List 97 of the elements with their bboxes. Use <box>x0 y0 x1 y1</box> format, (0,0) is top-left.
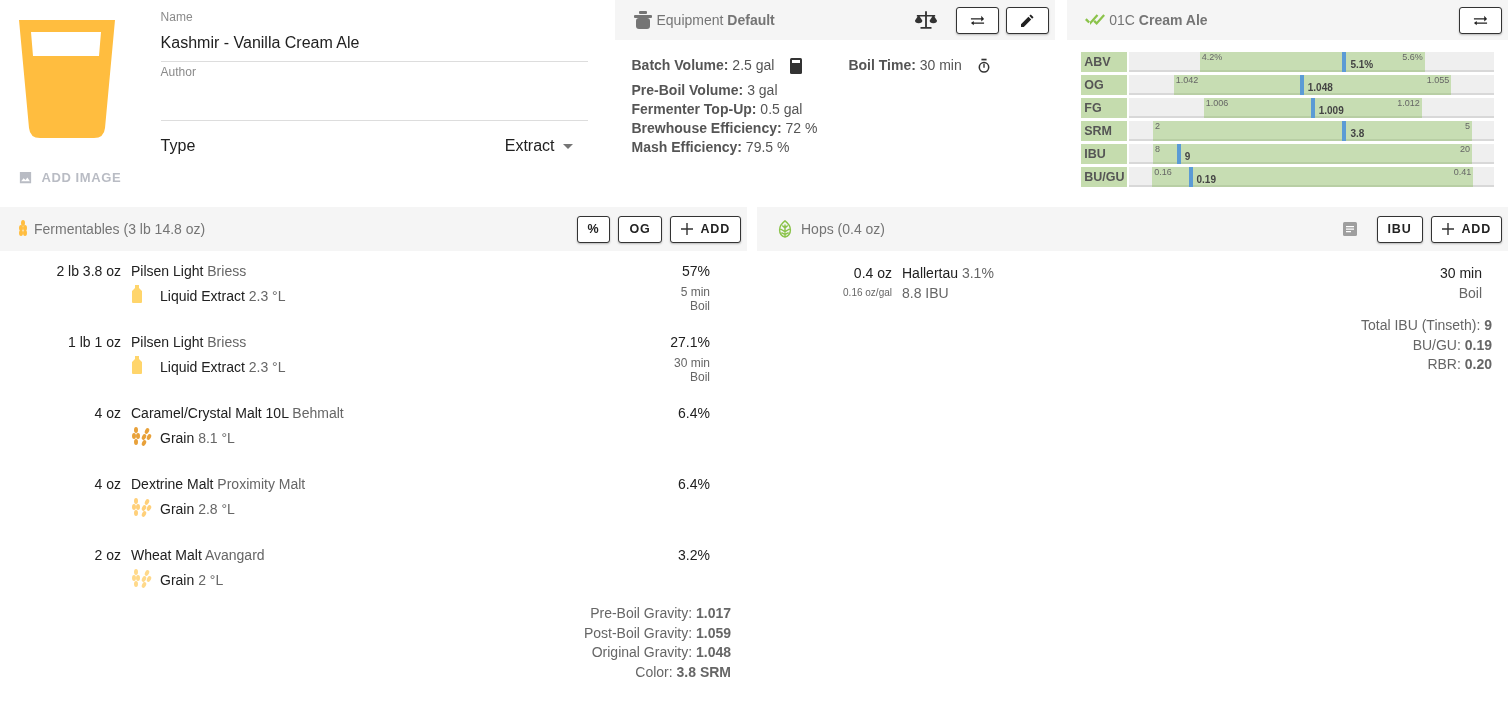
range-label: SRM <box>1081 121 1128 141</box>
range-label: ABV <box>1081 52 1128 72</box>
plus-icon <box>1441 223 1454 235</box>
fermentable-type: Grain 8.1 °L <box>160 430 235 446</box>
swap-icon <box>1473 13 1488 27</box>
boil-time-text: Boil Time: 30 min <box>848 56 962 75</box>
range-value: 3.8 <box>1350 128 1365 139</box>
total-text: Original Gravity: 1.048 <box>591 643 731 662</box>
type-label: Type <box>160 137 196 155</box>
swap-button[interactable] <box>956 6 1000 34</box>
range-min: 1.006 <box>1204 98 1230 108</box>
equipment-stat: Fermenter Top-Up: 0.5 gal <box>631 100 804 119</box>
total-text: Total IBU (Tinseth): 9 <box>1361 316 1492 335</box>
use-text: Boil <box>690 370 710 384</box>
fermentable-name[interactable]: Pilsen Light Briess <box>131 334 247 350</box>
range-label: FG <box>1081 98 1128 118</box>
total-text: RBR: 0.20 <box>1427 355 1492 374</box>
range-value: 5.1% <box>1350 59 1374 70</box>
time-text: 30 min <box>1439 264 1482 283</box>
range-min: 8 <box>1153 144 1161 154</box>
per-gallon-text: 0.16 oz/gal <box>843 286 892 300</box>
use-text: Boil <box>1458 284 1482 303</box>
range-max: 5.6% <box>1401 52 1424 62</box>
fermentable-name[interactable]: Dextrine Malt Proximity Malt <box>131 476 306 492</box>
image-icon <box>18 170 34 185</box>
range-min: 0.16 <box>1153 167 1173 177</box>
scale-icon[interactable] <box>915 10 938 30</box>
notes-icon[interactable] <box>1342 222 1357 236</box>
percent-text: 27.1% <box>670 334 710 350</box>
stopwatch-icon[interactable] <box>977 57 990 74</box>
toggle-button[interactable]: OG <box>618 215 662 243</box>
swap-icon <box>970 13 986 27</box>
range-min: 4.2% <box>1200 52 1224 62</box>
use-text: Boil <box>690 299 710 313</box>
equipment-stat: Pre-Boil Volume: 3 gal <box>631 81 779 100</box>
percent-text: 3.2% <box>678 547 710 563</box>
beer-glass-icon <box>18 20 115 138</box>
range-max: 20 <box>1459 144 1472 154</box>
add-button[interactable]: ADD <box>1430 215 1502 243</box>
range-value: 0.19 <box>1196 174 1216 185</box>
fermentable-name[interactable]: Caramel/Crystal Malt 10L Behmalt <box>131 405 344 421</box>
fermentables-title: Fermentables (3 lb 14.8 oz) <box>34 221 206 237</box>
range-label: IBU <box>1081 144 1128 164</box>
amount-text: 1 lb 1 oz <box>67 334 122 352</box>
fermentable-name[interactable]: Pilsen Light Briess <box>131 263 247 279</box>
amount-text: 4 oz <box>93 405 122 423</box>
equipment-title: Equipment Default <box>656 12 775 28</box>
style-title: 01C Cream Ale <box>1109 12 1208 28</box>
toggle-button[interactable]: % <box>576 215 611 243</box>
amount-text: 4 oz <box>93 476 122 494</box>
range-max: 5 <box>1464 121 1472 131</box>
range-value: 1.009 <box>1318 105 1344 116</box>
percent-text: 57% <box>681 263 710 279</box>
fermentable-type: Liquid Extract 2.3 °L <box>160 288 286 304</box>
edit-button[interactable] <box>1006 6 1050 34</box>
fermentable-type: Grain 2 °L <box>160 572 224 588</box>
range-label: OG <box>1081 75 1128 95</box>
pot-icon <box>632 11 653 29</box>
equipment-stat: Brewhouse Efficiency: 72 % <box>631 119 819 138</box>
total-text: Pre-Boil Gravity: 1.017 <box>590 604 731 623</box>
range-max: 1.055 <box>1425 75 1451 85</box>
time-text: 30 min <box>673 356 710 370</box>
type-dropdown[interactable]: Extract <box>504 137 573 155</box>
total-text: BU/GU: 0.19 <box>1412 335 1492 355</box>
range-value: 9 <box>1184 151 1191 162</box>
wheat-icon <box>18 220 28 238</box>
fermentable-name[interactable]: Wheat Malt Avangard <box>131 547 265 563</box>
plus-icon <box>680 223 693 235</box>
time-text: 5 min <box>680 285 710 299</box>
ibu-text: 8.8 IBU <box>902 284 950 303</box>
range-min: 1.042 <box>1174 75 1200 85</box>
percent-text: 6.4% <box>678 405 710 421</box>
name-field[interactable]: Name Kashmir - Vanilla Cream Ale <box>160 10 588 62</box>
fermentable-type: Liquid Extract 2.3 °L <box>160 359 286 375</box>
equipment-stat: Mash Efficiency: 79.5 % <box>631 138 791 157</box>
range-max: 0.41 <box>1452 167 1473 177</box>
toggle-button[interactable]: IBU <box>1376 215 1423 243</box>
amount-text: 2 lb 3.8 oz <box>55 263 122 281</box>
hops-title: Hops (0.4 oz) <box>801 221 886 237</box>
caret-icon <box>562 143 573 149</box>
range-max: 1.012 <box>1396 98 1421 108</box>
range-min: 2 <box>1153 121 1161 131</box>
add-button[interactable]: ADD <box>669 215 741 243</box>
fermentable-type: Grain 2.8 °L <box>160 501 235 517</box>
percent-text: 6.4% <box>678 476 710 492</box>
pencil-icon <box>1020 13 1036 27</box>
swap-button[interactable] <box>1459 6 1502 34</box>
total-text: Post-Boil Gravity: 1.059 <box>583 623 731 643</box>
batch-volume-text: Batch Volume: 2.5 gal <box>631 56 775 75</box>
hop-name[interactable]: Hallertau 3.1% <box>902 263 994 283</box>
total-text: Color: 3.8 SRM <box>635 662 731 682</box>
range-value: 1.048 <box>1307 82 1333 93</box>
range-label: BU/GU <box>1081 167 1128 187</box>
author-field[interactable]: Author <box>160 65 588 121</box>
amount-text: 0.4 oz <box>853 264 892 283</box>
amount-text: 2 oz <box>93 547 122 565</box>
calculator-icon[interactable] <box>790 57 803 74</box>
